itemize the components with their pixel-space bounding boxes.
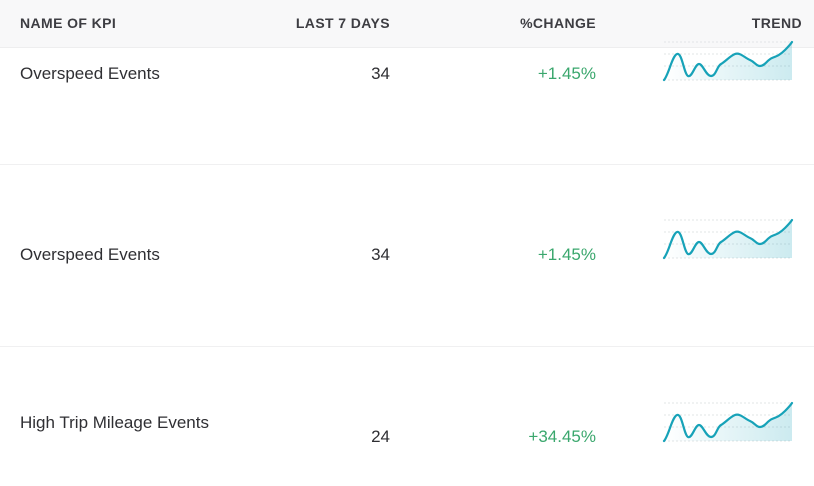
kpi-name: Overspeed Events [20, 245, 160, 264]
kpi-name: Overspeed Events [20, 64, 160, 83]
kpi-table: NAME OF KPI LAST 7 DAYS %CHANGE TREND Ov… [0, 0, 814, 486]
table-row[interactable]: Overspeed Events 34 +1.45% [0, 165, 814, 347]
kpi-last-7-days: 24 [371, 427, 390, 446]
column-header-name[interactable]: NAME OF KPI [20, 15, 116, 31]
trend-sparkline-icon [662, 401, 794, 449]
table-row[interactable]: High Trip Mileage Events 24 +34.45% [0, 347, 814, 486]
kpi-change: +34.45% [528, 427, 596, 446]
kpi-name: High Trip Mileage Events [20, 413, 209, 432]
kpi-change: +1.45% [537, 245, 596, 264]
kpi-last-7-days: 34 [371, 64, 390, 83]
trend-sparkline-icon [662, 40, 794, 88]
column-header-last-7-days[interactable]: LAST 7 DAYS [296, 15, 390, 31]
table-row[interactable]: Overspeed Events 34 +1.45% [0, 40, 814, 165]
column-header-trend[interactable]: TREND [752, 15, 802, 31]
kpi-last-7-days: 34 [371, 245, 390, 264]
trend-sparkline-icon [662, 218, 794, 266]
kpi-change: +1.45% [537, 64, 596, 83]
column-header-change[interactable]: %CHANGE [520, 15, 596, 31]
